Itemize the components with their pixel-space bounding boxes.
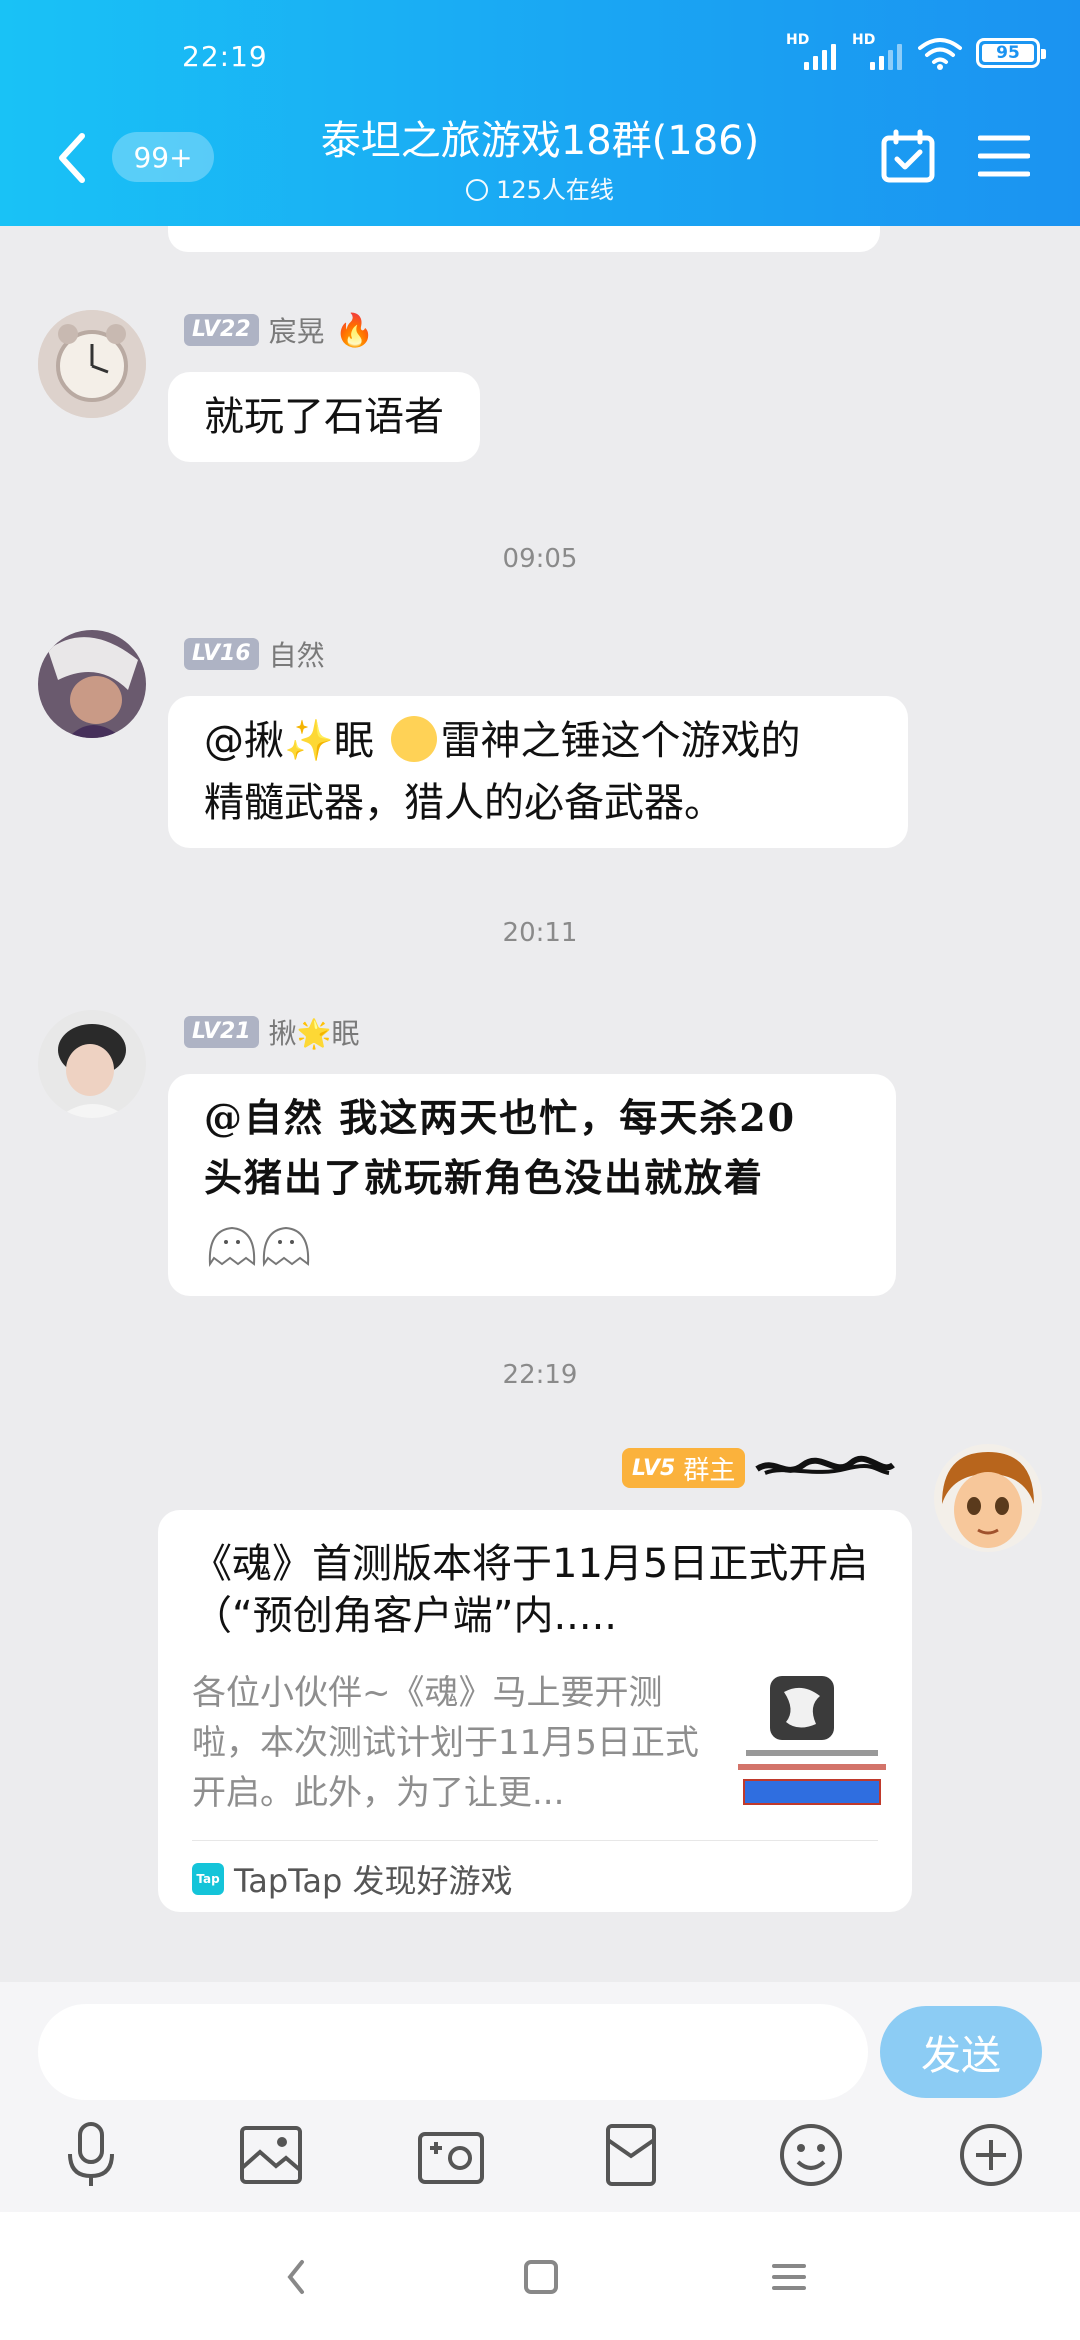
star-icon: 🌟 (296, 1017, 332, 1050)
card-source: Tap TapTap 发现好游戏 (192, 1856, 513, 1902)
fire-icon: 🔥 (334, 311, 375, 349)
input-toolbar (0, 2120, 1080, 2200)
message-input[interactable] (38, 2004, 868, 2100)
image-icon[interactable] (236, 2120, 306, 2190)
level-badge: LV22 (184, 314, 259, 346)
online-status-icon (466, 179, 489, 201)
star-icon: ✨ (284, 718, 334, 764)
taptap-icon: Tap (192, 1863, 224, 1895)
sender-info: LV21 揪🌟眠 (184, 1012, 360, 1052)
ghost-emoji-icon (204, 1220, 860, 1268)
wifi-icon (918, 38, 962, 70)
sleepy-face-icon (390, 716, 437, 762)
nav-recents-icon[interactable] (764, 2252, 814, 2302)
nav-home-icon[interactable] (516, 2252, 566, 2302)
level-badge: LV16 (184, 638, 259, 670)
send-button[interactable]: 发送 (880, 2006, 1042, 2098)
calendar-check-icon[interactable] (880, 128, 936, 184)
shared-link-card[interactable]: 《魂》首测版本将于11月5日正式开启（“预创角客户端”内..... 各位小伙伴~… (158, 1510, 912, 1912)
sender-name[interactable]: 揪🌟眠 (269, 1012, 360, 1052)
avatar[interactable] (934, 1444, 1042, 1552)
redacted-name (755, 1455, 896, 1475)
card-title: 《魂》首测版本将于11月5日正式开启（“预创角客户端”内..... (192, 1541, 869, 1639)
message-list[interactable]: LV22 宸晃 🔥 就玩了石语者 09:05 LV16 自然 @揪✨眠 雷神之锤… (0, 226, 1080, 1982)
nav-back-icon[interactable] (272, 2252, 322, 2302)
card-description: 各位小伙伴~《魂》马上要开测啦，本次测试计划于11月5日正式开启。此外，为了让更… (192, 1673, 699, 1813)
avatar[interactable] (38, 310, 146, 418)
input-bar: 发送 (0, 1982, 1080, 2212)
red-packet-icon[interactable] (596, 2120, 666, 2190)
message-bubble[interactable]: @自然 我这两天也忙，每天杀20 头猪出了就玩新角色没出就放着 (168, 1074, 896, 1296)
timestamp: 09:05 (502, 544, 578, 574)
sender-info: LV16 自然 (184, 634, 325, 674)
cartoon-avatar-image (934, 1444, 1042, 1552)
clock-avatar-image (38, 310, 146, 418)
chat-screen: 22:19 HD HD 95 99+ 泰坦之旅游戏18群(186) 125人在线… (0, 0, 1080, 2340)
message-bubble[interactable]: @揪✨眠 雷神之锤这个游戏的 精髓武器，猎人的必备武器。 (168, 696, 908, 848)
sender-info: LV5 群主 (622, 1448, 896, 1488)
owner-badge: LV5 群主 (622, 1448, 746, 1488)
card-thumbnail (738, 1676, 886, 1820)
system-navigation-bar (0, 2212, 1080, 2340)
timestamp: 20:11 (502, 918, 578, 948)
status-time: 22:19 (182, 40, 268, 73)
divider (192, 1840, 878, 1841)
signal-icon-2: HD (852, 32, 904, 70)
message-bubble[interactable]: 就玩了石语者 (168, 372, 480, 462)
sender-info: LV22 宸晃 🔥 (184, 310, 375, 350)
status-indicators: HD HD 95 (786, 32, 1046, 70)
sender-name[interactable]: 宸晃 (269, 310, 325, 350)
signal-icon: HD (786, 32, 838, 70)
emoji-icon[interactable] (776, 2120, 846, 2190)
plus-icon[interactable] (956, 2120, 1026, 2190)
sender-name[interactable]: 自然 (269, 634, 325, 674)
battery-icon: 95 (976, 38, 1046, 68)
avatar[interactable] (38, 630, 146, 738)
avatar[interactable] (38, 1010, 146, 1118)
previous-message-bubble[interactable] (168, 226, 880, 252)
person-avatar-image (38, 1010, 146, 1118)
camera-icon[interactable] (416, 2120, 486, 2190)
microphone-icon[interactable] (56, 2120, 126, 2190)
menu-icon[interactable] (978, 132, 1030, 180)
chat-header: 22:19 HD HD 95 99+ 泰坦之旅游戏18群(186) 125人在线 (0, 0, 1080, 226)
level-badge: LV21 (184, 1016, 259, 1048)
character-avatar-image (38, 630, 146, 738)
timestamp: 22:19 (502, 1360, 578, 1390)
